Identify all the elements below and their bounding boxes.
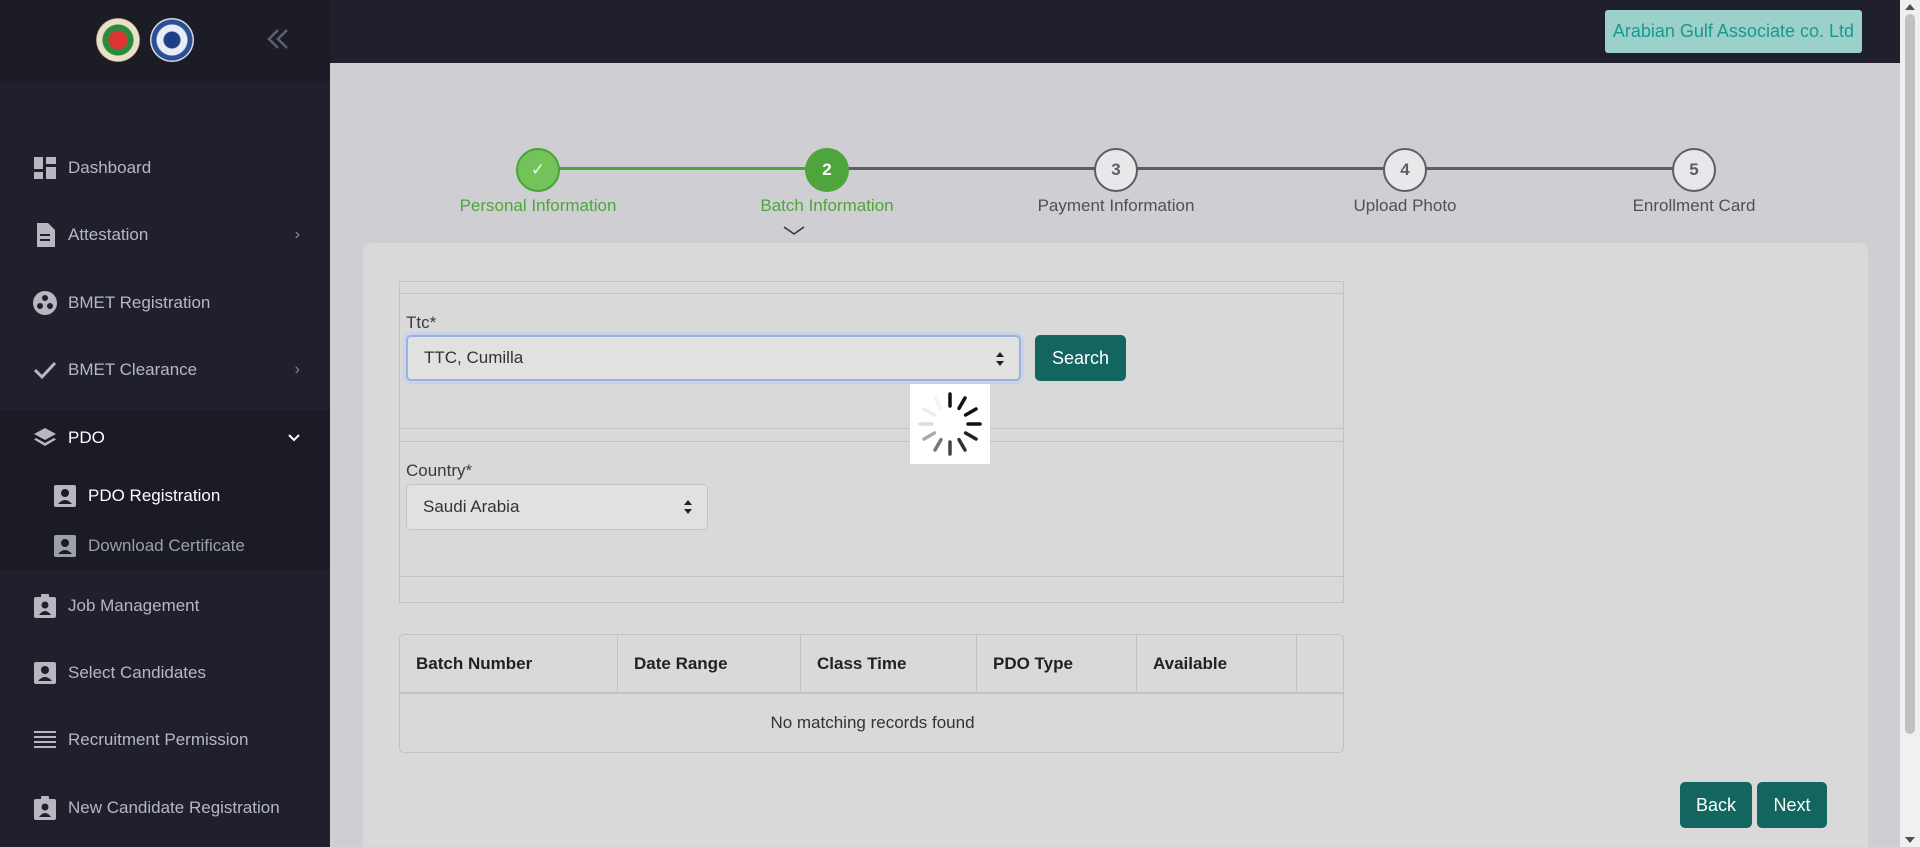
sidebar-item-recruitment-permission[interactable]: Recruitment Permission bbox=[0, 714, 330, 766]
checkmark-icon bbox=[33, 358, 57, 382]
table-empty-message: No matching records found bbox=[770, 713, 975, 732]
loading-spinner-icon bbox=[910, 384, 990, 464]
sidebar-item-label: New Candidate Registration bbox=[68, 798, 280, 817]
column-header-available[interactable]: Available bbox=[1137, 635, 1297, 692]
chevron-right-icon: › bbox=[294, 226, 300, 243]
step-2-circle[interactable]: 2 bbox=[805, 148, 849, 192]
sidebar-item-label: BMET Clearance bbox=[68, 360, 198, 379]
sidebar-item-label: Job Management bbox=[68, 596, 200, 615]
ttc-selected-value: TTC, Cumilla bbox=[424, 348, 524, 367]
page-scrollbar[interactable] bbox=[1900, 0, 1920, 847]
scroll-up-arrow-icon[interactable] bbox=[1905, 4, 1915, 10]
step-2-label: Batch Information bbox=[760, 196, 894, 215]
sidebar-item-pdo[interactable]: PDO bbox=[0, 412, 330, 464]
sidebar-subitem-pdo-registration[interactable]: PDO Registration bbox=[0, 474, 330, 518]
sidebar-item-dashboard[interactable]: Dashboard bbox=[0, 142, 330, 194]
clipboard-user-icon bbox=[33, 594, 57, 618]
chevron-right-icon: › bbox=[294, 361, 300, 378]
batch-table: Batch Number Date Range Class Time PDO T… bbox=[399, 634, 1344, 753]
sidebar-item-label: PDO bbox=[68, 428, 105, 447]
select-arrows-icon bbox=[996, 352, 1004, 366]
top-bar: Arabian Gulf Associate co. Ltd bbox=[330, 0, 1900, 63]
sidebar-header bbox=[0, 0, 330, 82]
clipboard-user-icon bbox=[33, 796, 57, 820]
document-icon bbox=[33, 223, 57, 247]
sidebar-subitem-label: Download Certificate bbox=[88, 536, 245, 555]
country-label: Country* bbox=[406, 461, 473, 480]
sidebar-item-new-candidate-registration[interactable]: New Candidate Registration bbox=[0, 782, 330, 834]
step-4-label: Upload Photo bbox=[1353, 196, 1457, 215]
group-icon bbox=[33, 291, 57, 315]
step-connector-pending bbox=[827, 167, 1697, 170]
column-header-batch-number[interactable]: Batch Number bbox=[400, 635, 618, 692]
step-3-label: Payment Information bbox=[1037, 196, 1195, 215]
search-button[interactable]: Search bbox=[1035, 335, 1126, 381]
sidebar-item-label: Recruitment Permission bbox=[68, 730, 249, 749]
user-badge-icon bbox=[33, 661, 57, 685]
step-1-label: Personal Information bbox=[459, 196, 617, 215]
column-header-class-time[interactable]: Class Time bbox=[801, 635, 977, 692]
progress-stepper: ✓ Personal Information 2 Batch Informati… bbox=[330, 140, 1900, 240]
active-step-caret-icon bbox=[783, 226, 805, 235]
next-button[interactable]: Next bbox=[1757, 782, 1827, 828]
scrollbar-thumb[interactable] bbox=[1905, 14, 1915, 734]
sidebar-subitem-label: PDO Registration bbox=[88, 486, 221, 505]
chevron-down-icon bbox=[288, 429, 300, 447]
step-connector-complete bbox=[538, 167, 827, 170]
sidebar-item-label: Select Candidates bbox=[68, 663, 206, 682]
step-5-label: Enrollment Card bbox=[1632, 196, 1756, 215]
step-1-circle[interactable]: ✓ bbox=[516, 148, 560, 192]
step-3-circle[interactable]: 3 bbox=[1094, 148, 1138, 192]
ttc-label: Ttc* bbox=[406, 313, 437, 332]
dashboard-icon bbox=[33, 156, 57, 180]
country-select[interactable]: Saudi Arabia bbox=[406, 484, 708, 530]
sidebar-subitem-download-certificate[interactable]: Download Certificate bbox=[0, 524, 330, 568]
sidebar-item-label: Dashboard bbox=[68, 158, 152, 177]
layers-icon bbox=[33, 426, 57, 450]
select-arrows-icon bbox=[684, 500, 692, 514]
back-button[interactable]: Back bbox=[1680, 782, 1752, 828]
step-4-circle[interactable]: 4 bbox=[1383, 148, 1427, 192]
bmet-seal-logo bbox=[150, 18, 194, 62]
sidebar-item-job-management[interactable]: Job Management bbox=[0, 580, 330, 632]
country-selected-value: Saudi Arabia bbox=[423, 497, 520, 516]
table-header-row: Batch Number Date Range Class Time PDO T… bbox=[400, 635, 1343, 694]
user-badge-icon bbox=[53, 484, 77, 508]
list-icon bbox=[33, 728, 57, 752]
sidebar-item-label: BMET Registration bbox=[68, 293, 211, 312]
scroll-down-arrow-icon[interactable] bbox=[1905, 837, 1915, 843]
sidebar: Dashboard Attestation › BMET Registratio… bbox=[0, 0, 330, 847]
user-badge-icon bbox=[53, 534, 77, 558]
organization-badge[interactable]: Arabian Gulf Associate co. Ltd bbox=[1604, 10, 1862, 53]
government-seal-logo bbox=[96, 18, 140, 62]
sidebar-item-attestation[interactable]: Attestation › bbox=[0, 209, 330, 261]
sidebar-item-select-candidates[interactable]: Select Candidates bbox=[0, 647, 330, 699]
sidebar-item-bmet-clearance[interactable]: BMET Clearance › bbox=[0, 344, 330, 396]
ttc-select[interactable]: TTC, Cumilla bbox=[406, 335, 1021, 381]
sidebar-item-bmet-registration[interactable]: BMET Registration bbox=[0, 277, 330, 329]
sidebar-item-label: Attestation bbox=[68, 225, 149, 244]
step-5-circle[interactable]: 5 bbox=[1672, 148, 1716, 192]
column-header-date-range[interactable]: Date Range bbox=[618, 635, 801, 692]
column-header-pdo-type[interactable]: PDO Type bbox=[977, 635, 1137, 692]
collapse-sidebar-icon[interactable] bbox=[264, 24, 292, 54]
